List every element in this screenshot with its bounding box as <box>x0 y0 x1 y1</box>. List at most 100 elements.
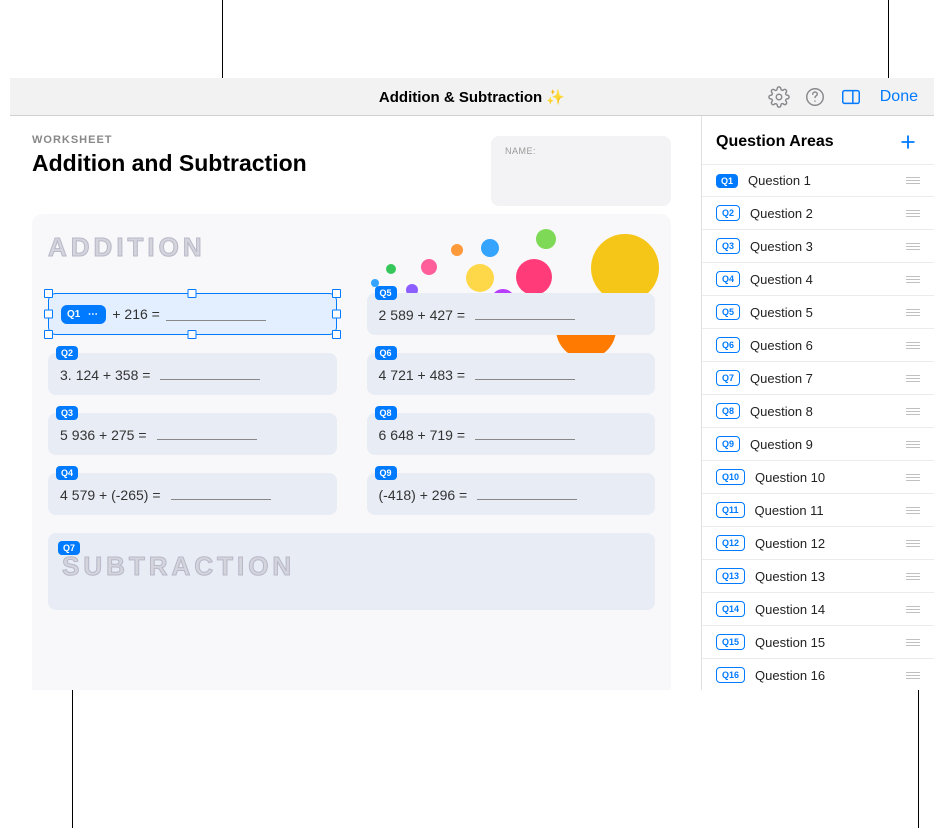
question-badge: Q15 <box>716 634 745 650</box>
selection-handle[interactable] <box>44 330 53 339</box>
question-list-item[interactable]: Q6Question 6 <box>702 329 934 362</box>
sidebar-icon <box>840 86 862 108</box>
question-list-label: Question 9 <box>750 437 896 452</box>
question-badge: Q5 <box>716 304 740 320</box>
question-list-item[interactable]: Q3Question 3 <box>702 230 934 263</box>
question-tag: Q5 <box>375 286 397 300</box>
question-list-label: Question 14 <box>755 602 896 617</box>
more-icon[interactable]: ⋯ <box>86 309 100 320</box>
question-list-label: Question 6 <box>750 338 896 353</box>
drag-handle-icon[interactable] <box>906 474 920 481</box>
question-text: (-418) + 296 = <box>379 486 578 503</box>
question-list-item[interactable]: Q15Question 15 <box>702 626 934 659</box>
drag-handle-icon[interactable] <box>906 606 920 613</box>
question-list-item[interactable]: Q14Question 14 <box>702 593 934 626</box>
question-list-label: Question 5 <box>750 305 896 320</box>
question-list-item[interactable]: Q2Question 2 <box>702 197 934 230</box>
question-badge: Q1 <box>67 309 80 320</box>
selection-handle[interactable] <box>332 289 341 298</box>
callout-line <box>918 690 919 828</box>
question-list-item[interactable]: Q13Question 13 <box>702 560 934 593</box>
question-list-item[interactable]: Q9 Question 9 <box>702 428 934 461</box>
question-list-item[interactable]: Q5 Question 5 <box>702 296 934 329</box>
question-tag: Q6 <box>375 346 397 360</box>
question-text: 3.124 + 358 = <box>60 366 260 383</box>
question-area[interactable]: Q9(-418) + 296 = <box>367 473 656 515</box>
help-button[interactable] <box>798 80 832 114</box>
question-area[interactable]: Q64721 + 483 = <box>367 353 656 395</box>
sidebar-title: Question Areas <box>716 133 834 151</box>
decorative-bubble <box>421 259 437 275</box>
question-list-item[interactable]: Q12Question 12 <box>702 527 934 560</box>
worksheet-canvas[interactable]: WORKSHEET Addition and Subtraction NAME:… <box>10 116 702 690</box>
question-area-selected[interactable]: Q1⋯+ 216 = <box>48 293 337 335</box>
add-question-area-button[interactable] <box>896 130 920 154</box>
question-area[interactable]: Q86648 + 719 = <box>367 413 656 455</box>
answer-blank <box>160 366 260 380</box>
question-tag: Q2 <box>56 346 78 360</box>
question-list-item[interactable]: Q7Question 7 <box>702 362 934 395</box>
selection-handle[interactable] <box>332 330 341 339</box>
question-text: 4579 + (-265) = <box>60 486 271 503</box>
question-badge: Q8 <box>716 403 740 419</box>
drag-handle-icon[interactable] <box>906 177 920 184</box>
question-badge: Q7 <box>716 370 740 386</box>
selection-handle[interactable] <box>188 330 197 339</box>
question-list-item[interactable]: Q8Question 8 <box>702 395 934 428</box>
drag-handle-icon[interactable] <box>906 540 920 547</box>
question-area[interactable]: Q44579 + (-265) = <box>48 473 337 515</box>
question-area-subtraction[interactable]: Q7 SUBTRACTION <box>48 533 655 610</box>
selection-handle[interactable] <box>188 289 197 298</box>
question-list-item[interactable]: Q11Question 11 <box>702 494 934 527</box>
question-text: 2589 + 427 = <box>379 306 576 323</box>
drag-handle-icon[interactable] <box>906 441 920 448</box>
drag-handle-icon[interactable] <box>906 639 920 646</box>
drag-handle-icon[interactable] <box>906 408 920 415</box>
answer-blank <box>477 486 577 500</box>
callout-line <box>888 0 889 78</box>
drag-handle-icon[interactable] <box>906 573 920 580</box>
name-label: NAME: <box>505 146 657 156</box>
sidebar-toggle-button[interactable] <box>834 80 868 114</box>
drag-handle-icon[interactable] <box>906 210 920 217</box>
question-area[interactable]: Q52589 + 427 = <box>367 293 656 335</box>
question-badge: Q16 <box>716 667 745 683</box>
question-text: 6648 + 719 = <box>379 426 576 443</box>
drag-handle-icon[interactable] <box>906 309 920 316</box>
question-list-item[interactable]: Q4Question 4 <box>702 263 934 296</box>
document-title: Addition & Subtraction ✨ <box>379 88 565 106</box>
question-badge: Q9 <box>716 436 740 452</box>
question-text: 4721 + 483 = <box>379 366 576 383</box>
question-area[interactable]: Q23.124 + 358 = <box>48 353 337 395</box>
selection-handle[interactable] <box>44 310 53 319</box>
answer-blank <box>171 486 271 500</box>
section-subtraction-title: SUBTRACTION <box>62 551 641 582</box>
plus-icon <box>898 132 918 152</box>
drag-handle-icon[interactable] <box>906 243 920 250</box>
callout-line <box>222 0 223 78</box>
question-area[interactable]: Q35936 + 275 = <box>48 413 337 455</box>
selection-handle[interactable] <box>332 310 341 319</box>
selection-handle[interactable] <box>44 289 53 298</box>
decorative-bubble <box>451 244 463 256</box>
question-text: 5936 + 275 = <box>60 426 257 443</box>
question-list-item[interactable]: Q10Question 10 <box>702 461 934 494</box>
question-areas-sidebar: Question Areas Q1Question 1Q2Question 2Q… <box>702 116 934 690</box>
question-list-item[interactable]: Q1Question 1 <box>702 164 934 197</box>
decorative-bubble <box>536 229 556 249</box>
drag-handle-icon[interactable] <box>906 672 920 679</box>
selected-question-pill[interactable]: Q1 ⋯ <box>61 305 106 324</box>
done-button[interactable]: Done <box>870 88 928 106</box>
drag-handle-icon[interactable] <box>906 276 920 283</box>
question-tag: Q3 <box>56 406 78 420</box>
drag-handle-icon[interactable] <box>906 342 920 349</box>
decorative-bubble <box>386 264 396 274</box>
question-list-label: Question 1 <box>748 173 896 188</box>
question-list-item[interactable]: Q16Question 16 <box>702 659 934 690</box>
drag-handle-icon[interactable] <box>906 375 920 382</box>
question-tag: Q7 <box>58 541 80 555</box>
drag-handle-icon[interactable] <box>906 507 920 514</box>
toolbar: Addition & Subtraction ✨ Done <box>10 78 934 116</box>
settings-button[interactable] <box>762 80 796 114</box>
name-field: NAME: <box>491 136 671 206</box>
